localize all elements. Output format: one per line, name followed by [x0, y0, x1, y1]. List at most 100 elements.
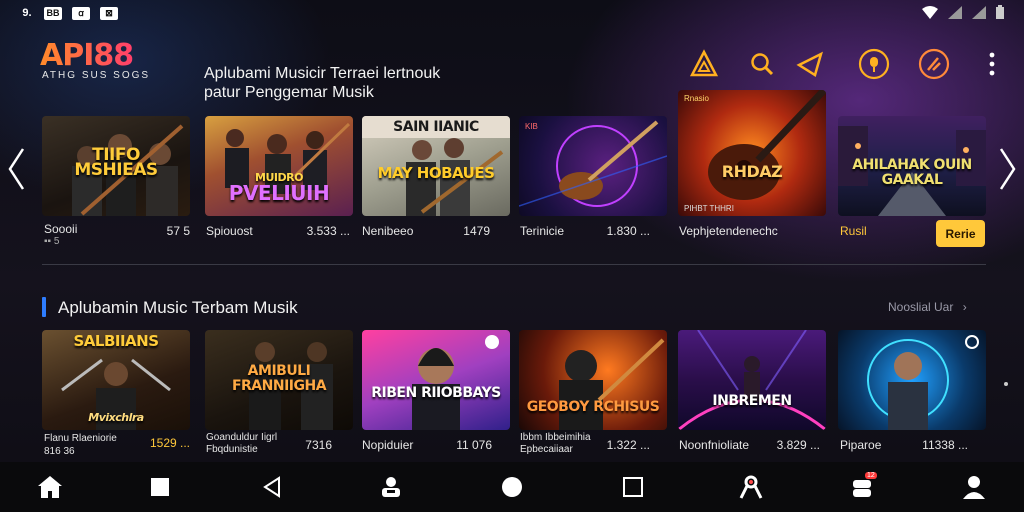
play-button[interactable]: Rerie	[936, 220, 985, 247]
logo-tagline: ATHG SUS SOGS	[42, 70, 151, 81]
featured-card-5-label: Vephjetendenechc	[679, 224, 778, 238]
more-vertical-icon[interactable]	[974, 46, 1010, 82]
carousel-next-button[interactable]	[996, 144, 1020, 194]
person-icon[interactable]	[961, 474, 987, 500]
featured-card-6-label: Rusil	[840, 224, 867, 238]
notification-badge: 12	[865, 472, 877, 479]
ribbon-icon[interactable]	[738, 474, 764, 500]
game-icon[interactable]: 12	[851, 472, 877, 500]
back-icon[interactable]	[259, 474, 285, 500]
profile-switch-icon[interactable]	[378, 474, 404, 500]
recents-icon[interactable]	[620, 474, 646, 500]
section-card-1-subtitle: Mvixchlra	[88, 411, 144, 424]
section-card-4-count: 1.322 ...	[606, 438, 650, 452]
page-subtitle: Aplubami Musicir Terraei lertnouk patur …	[204, 64, 504, 102]
status-bar: 9. BB ꭤ ⊠	[0, 0, 1024, 26]
featured-card-2-label: Spiouost	[206, 224, 253, 238]
page-indicator-dot	[1004, 382, 1008, 386]
section-card-2-label: Goanduldur Iigrl	[206, 432, 278, 443]
artist-artwork-image	[559, 338, 665, 430]
mic-icon[interactable]	[856, 46, 892, 82]
signal-icon	[948, 5, 962, 19]
square-icon[interactable]	[147, 474, 173, 500]
featured-card-1-label-2: ▪▪ 5	[44, 236, 60, 247]
circle-home-icon[interactable]	[499, 474, 525, 500]
guitar-artwork-image	[519, 120, 667, 207]
section-card-1-label: Flanu Rlaeniorie	[44, 433, 117, 444]
section-card-6-count: 11338 ...	[922, 438, 968, 452]
featured-card-1-title: TIIFO MSHIEAS	[74, 145, 158, 180]
carousel-prev-button[interactable]	[4, 144, 28, 194]
section-card-2[interactable]: AMIBULI FRANNIIGHA	[205, 330, 353, 430]
wifi-icon	[922, 5, 938, 19]
section-card-4[interactable]: GEOBOY RCHISUS	[519, 330, 667, 430]
section-card-1-label-2: 816 36	[44, 446, 75, 457]
signal-icon-2	[972, 5, 986, 19]
section-card-4-title: GEOBOY RCHISUS	[526, 399, 660, 415]
section-card-3[interactable]: RIBEN RIIOBBAYS	[362, 330, 510, 430]
section-card-2-title: AMIBULI FRANNIIGHA	[231, 363, 327, 394]
featured-card-4[interactable]: KIB	[519, 116, 667, 216]
featured-card-3-title: MAY HOBAUES	[377, 164, 495, 182]
section-card-1-title: SALBIIANS	[73, 332, 159, 350]
section-card-5-label: Noonfnioliate	[679, 438, 750, 452]
see-all-link[interactable]: Nooslial Uar ›	[888, 300, 967, 314]
guitar-artwork-image	[708, 90, 826, 200]
guitar-icon[interactable]	[792, 46, 828, 82]
featured-card-6-title: AHILAHAK OUIN GAAKAL	[852, 157, 972, 188]
section-card-5-title: INBREMEN	[712, 393, 792, 409]
featured-card-5-tag-bottom: PIHBT THHRI	[684, 204, 734, 213]
subtitle-line-1: Aplubami Musicir Terraei lertnouk	[204, 65, 441, 82]
section-card-2-count: 7316	[305, 438, 332, 452]
search-icon[interactable]	[744, 46, 780, 82]
featured-card-1-label: Soooii	[44, 222, 78, 236]
section-card-1[interactable]: SALBIIANS Mvixchlra	[42, 330, 190, 430]
signal-9-icon: 9.	[22, 7, 32, 19]
featured-card-1-count: 57 5	[166, 224, 190, 238]
chevron-right-icon: ›	[962, 300, 967, 314]
artist-artwork-image	[867, 335, 979, 430]
see-all-label: Nooslial Uar	[888, 300, 954, 314]
section-card-4-label: Ibbm Ibbeimihia	[520, 432, 591, 443]
featured-card-6[interactable]: AHILAHAK OUIN GAAKAL	[838, 116, 986, 216]
section-card-1-count: 1529 ...	[149, 436, 190, 450]
bb-icon: BB	[44, 6, 62, 20]
section-card-3-label: Nopiduier	[362, 438, 414, 452]
section-card-4-label-2: Epbecaiiaar	[520, 444, 573, 455]
featured-card-3-label: Nenibeeo	[362, 224, 414, 238]
featured-card-2-title: PVELIUIH	[228, 181, 330, 205]
stage-artwork-image	[678, 330, 826, 430]
featured-card-2-count: 3.533 ...	[306, 224, 350, 238]
bottom-nav: 12	[0, 462, 1024, 512]
featured-card-3-count: 1479	[463, 224, 490, 238]
section-card-6[interactable]	[838, 330, 986, 430]
section-card-6-label: Piparoe	[840, 438, 882, 452]
section-card-5-count: 3.829 ...	[776, 438, 820, 452]
edit-icon[interactable]	[916, 46, 952, 82]
featured-card-1[interactable]: TIIFO MSHIEAS	[42, 116, 190, 216]
featured-card-4-label: Terinicie	[520, 224, 565, 238]
featured-card-3[interactable]: SAIN IIANIC MAY HOBAUES	[362, 116, 510, 216]
triangle-logo-icon[interactable]	[686, 46, 722, 82]
featured-card-5-title: RHDAZ	[721, 162, 783, 181]
section-card-5[interactable]: INBREMEN	[678, 330, 826, 430]
gallery-icon: ⊠	[100, 6, 118, 20]
section-accent-bar	[42, 297, 46, 317]
app-logo[interactable]: API88	[40, 38, 134, 73]
home-icon[interactable]	[37, 474, 63, 500]
section-title: Aplubamin Music Terbam Musik	[58, 298, 298, 317]
featured-card-5[interactable]: Rnasio RHDAZ PIHBT THHRI	[678, 90, 826, 216]
artist-artwork-image	[412, 335, 499, 430]
featured-card-3-title-top: SAIN IIANIC	[393, 119, 479, 135]
featured-card-2[interactable]: MUIDRO PVELIUIH	[205, 116, 353, 216]
featured-card-4-count: 1.830 ...	[606, 224, 650, 238]
notif-icon: ꭤ	[72, 6, 90, 20]
battery-icon	[996, 5, 1004, 19]
section-card-3-count: 11 076	[456, 438, 492, 452]
featured-card-4-tag: KIB	[525, 122, 538, 131]
section-card-2-label-2: Fbqdunistie	[206, 444, 258, 455]
section-card-3-title: RIBEN RIIOBBAYS	[371, 385, 501, 401]
featured-card-5-tag: Rnasio	[684, 94, 709, 103]
section-divider	[42, 264, 986, 265]
app-screen: 9. BB ꭤ ⊠ API88 ATHG SUS SOGS Aplubami M…	[0, 0, 1024, 512]
